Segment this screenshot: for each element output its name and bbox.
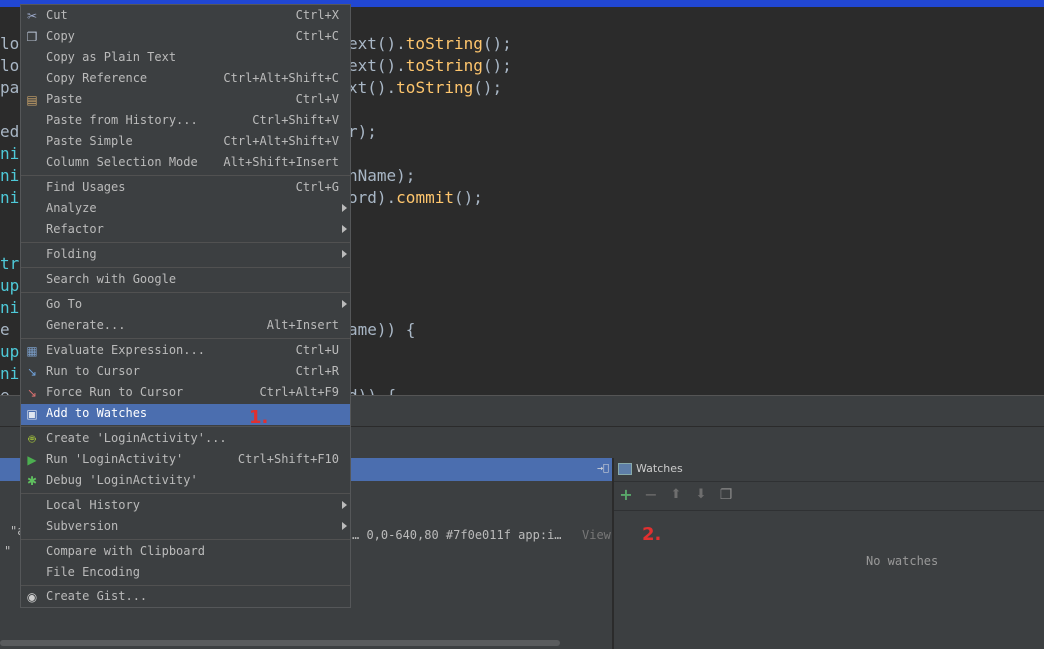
watches-header: Watches	[614, 458, 1044, 482]
menu-item-generate[interactable]: Generate... Alt+Insert	[21, 316, 350, 337]
empty-watches-text: No watches	[866, 554, 939, 568]
android-icon: 🤖︎	[28, 432, 36, 446]
menu-item-refactor[interactable]: Refactor	[21, 220, 350, 241]
menu-item-create-gist[interactable]: ◉ Create Gist...	[21, 587, 350, 608]
add-watch-button[interactable]: +	[617, 486, 635, 504]
menu-item-file-encoding[interactable]: File Encoding	[21, 563, 350, 584]
move-up-button[interactable]: ⬆	[667, 486, 685, 504]
menu-separator	[21, 539, 350, 540]
submenu-arrow-icon	[342, 300, 347, 308]
run-to-cursor-icon: ↘	[26, 365, 38, 379]
paste-icon: ▤	[26, 93, 38, 107]
menu-item-run-to-cursor[interactable]: ↘ Run to Cursor Ctrl+R	[21, 362, 350, 383]
menu-separator	[21, 585, 350, 586]
menu-separator	[21, 338, 350, 339]
github-icon: ◉	[26, 590, 38, 604]
menu-item-cut[interactable]: ✂ Cut Ctrl+X	[21, 6, 350, 27]
force-run-icon: ↘	[26, 386, 38, 400]
variable-value: … 0,0-640,80 #7f0e011f app:i…	[352, 528, 562, 542]
view-link[interactable]: View	[582, 528, 611, 542]
menu-item-debug-loginactivity[interactable]: ✱ Debug 'LoginActivity'	[21, 471, 350, 492]
menu-separator	[21, 175, 350, 176]
watches-pane[interactable]: Watches + − ⬆ ⬇ ❐ 2. No watches	[614, 458, 1044, 649]
remove-watch-button[interactable]: −	[642, 486, 660, 504]
horizontal-scrollbar[interactable]	[0, 640, 560, 646]
submenu-arrow-icon	[342, 204, 347, 212]
menu-separator	[21, 493, 350, 494]
menu-item-copy-plain-text[interactable]: Copy as Plain Text	[21, 48, 350, 69]
menu-item-search-with-google[interactable]: Search with Google	[21, 270, 350, 291]
menu-item-go-to[interactable]: Go To	[21, 295, 350, 316]
code-fragment-right: xt().toString();	[348, 78, 503, 97]
submenu-arrow-icon	[342, 250, 347, 258]
menu-item-copy[interactable]: ❐ Copy Ctrl+C	[21, 27, 350, 48]
pin-arrow-icon[interactable]: →⃞	[597, 463, 609, 474]
menu-item-paste[interactable]: ▤ Paste Ctrl+V	[21, 90, 350, 111]
menu-item-subversion[interactable]: Subversion	[21, 517, 350, 538]
code-fragment-right: ord).commit();	[348, 188, 483, 207]
code-fragment-right: ame)) {	[348, 320, 416, 339]
context-menu: ✂ Cut Ctrl+X ❐ Copy Ctrl+C Copy as Plain…	[20, 4, 351, 608]
submenu-arrow-icon	[342, 501, 347, 509]
menu-item-column-selection-mode[interactable]: Column Selection Mode Alt+Shift+Insert	[21, 153, 350, 174]
calculator-icon: ▦	[26, 344, 38, 358]
variable-fragment: "	[4, 544, 12, 558]
submenu-arrow-icon	[342, 225, 347, 233]
menu-item-paste-from-history[interactable]: Paste from History... Ctrl+Shift+V	[21, 111, 350, 132]
menu-item-folding[interactable]: Folding	[21, 245, 350, 266]
code-fragment-right: d)) {	[348, 386, 396, 395]
code-fragment-right: nName);	[348, 166, 416, 185]
scissors-icon: ✂	[26, 9, 38, 23]
move-down-button[interactable]: ⬇	[692, 486, 710, 504]
menu-separator	[21, 292, 350, 293]
menu-separator	[21, 242, 350, 243]
copy-icon: ❐	[26, 30, 38, 44]
menu-item-analyze[interactable]: Analyze	[21, 199, 350, 220]
menu-item-create-loginactivity[interactable]: 🤖︎ Create 'LoginActivity'...	[21, 429, 350, 450]
step-annotation-1: 1.	[249, 407, 269, 428]
watches-title: Watches	[636, 462, 683, 475]
debug-icon: ✱	[26, 474, 38, 488]
watches-icon: ▣	[26, 407, 38, 421]
copy-watch-button[interactable]: ❐	[717, 486, 735, 504]
menu-item-copy-reference[interactable]: Copy Reference Ctrl+Alt+Shift+C	[21, 69, 350, 90]
menu-separator	[21, 426, 350, 427]
watches-icon	[618, 463, 632, 475]
menu-item-force-run-to-cursor[interactable]: ↘ Force Run to Cursor Ctrl+Alt+F9	[21, 383, 350, 404]
submenu-arrow-icon	[342, 522, 347, 530]
menu-item-local-history[interactable]: Local History	[21, 496, 350, 517]
menu-item-add-to-watches[interactable]: ▣ Add to Watches	[21, 404, 350, 425]
menu-item-evaluate-expression[interactable]: ▦ Evaluate Expression... Ctrl+U	[21, 341, 350, 362]
step-annotation-2: 2.	[642, 524, 662, 545]
code-fragment-right: ext().toString();	[348, 34, 512, 53]
menu-item-run-loginactivity[interactable]: ▶ Run 'LoginActivity' Ctrl+Shift+F10	[21, 450, 350, 471]
code-fragment-right: ext().toString();	[348, 56, 512, 75]
menu-item-compare-with-clipboard[interactable]: Compare with Clipboard	[21, 542, 350, 563]
run-icon: ▶	[27, 453, 37, 467]
code-fragment-right: r);	[348, 122, 377, 141]
menu-separator	[21, 267, 350, 268]
menu-item-find-usages[interactable]: Find Usages Ctrl+G	[21, 178, 350, 199]
watches-toolbar: + − ⬆ ⬇ ❐	[614, 482, 1044, 511]
menu-item-paste-simple[interactable]: Paste Simple Ctrl+Alt+Shift+V	[21, 132, 350, 153]
